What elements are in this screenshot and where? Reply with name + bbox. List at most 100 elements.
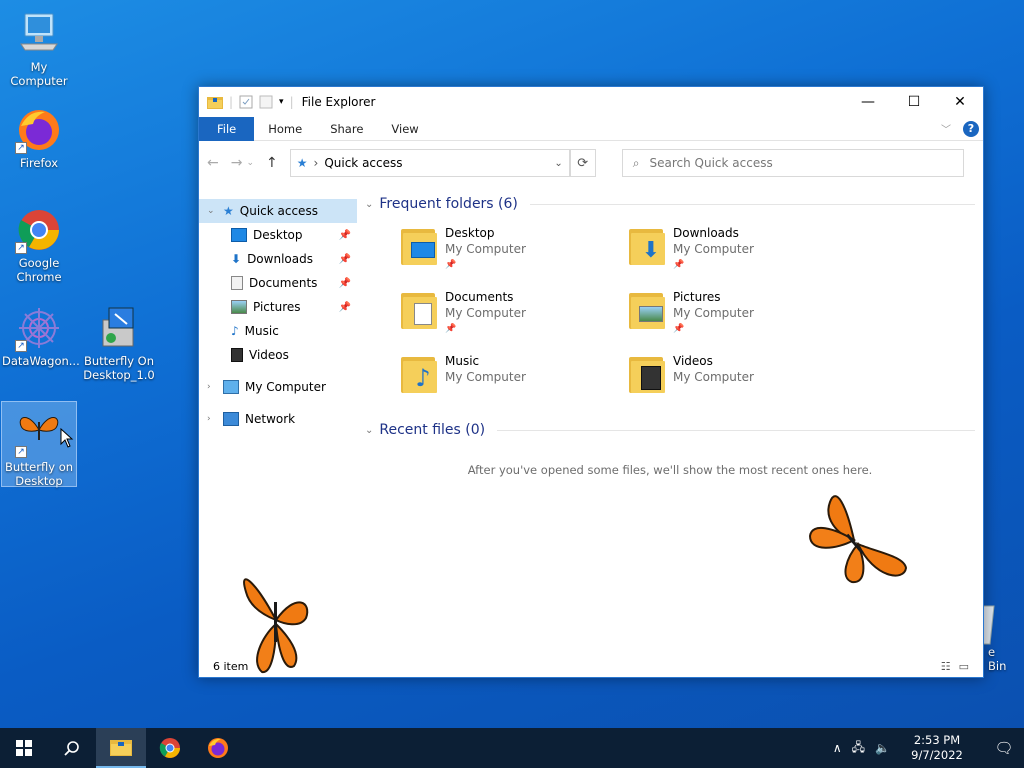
frequent-folders-grid: Desktop My Computer 📌 ⬇ Downloads My Comput… — [365, 215, 975, 403]
desktop-icon-label: Google Chrome — [16, 256, 62, 284]
refresh-button[interactable]: ⟳ — [569, 149, 596, 177]
desktop-folder-icon — [231, 228, 247, 242]
folder-location: My Computer — [445, 306, 526, 320]
desktop-icon-label: Firefox — [19, 156, 59, 170]
folder-tile-documents[interactable]: Documents My Computer 📌 — [399, 289, 627, 339]
pin-icon[interactable]: 📌 — [339, 254, 351, 265]
notification-center-icon[interactable]: 🗨 — [984, 739, 1024, 757]
desktop-icon-datawagon[interactable]: ↗ DataWagon... — [2, 304, 80, 368]
nav-label: Network — [245, 412, 296, 426]
folder-location: My Computer — [673, 242, 754, 256]
minimize-button[interactable]: — — [845, 87, 891, 117]
nav-item-my-computer[interactable]: › My Computer — [199, 375, 357, 399]
nav-item-music[interactable]: ♪ Music — [199, 319, 357, 343]
pin-icon[interactable]: 📌 — [339, 278, 351, 289]
network-status-icon[interactable]: 🖧 — [852, 738, 865, 759]
recent-files-header[interactable]: ⌄ Recent files (0) — [365, 419, 975, 441]
mouse-cursor-icon — [60, 428, 74, 448]
pin-icon: 📌 — [673, 324, 685, 334]
expand-chevron-icon[interactable]: › — [207, 382, 217, 392]
recent-locations-icon[interactable]: ⌄ — [246, 158, 254, 168]
collapse-chevron-icon[interactable]: ⌄ — [207, 206, 217, 216]
pin-icon: 📌 — [673, 260, 685, 270]
nav-item-documents[interactable]: Documents 📌 — [199, 271, 357, 295]
tab-home[interactable]: Home — [254, 117, 316, 141]
taskbar-file-explorer[interactable] — [96, 728, 146, 768]
folder-name: Videos — [673, 354, 713, 368]
search-box[interactable]: ⌕ Search Quick access — [621, 149, 964, 177]
clock-time: 2:53 PM — [913, 733, 961, 747]
details-view-icon[interactable]: ☷ — [941, 660, 951, 673]
search-button[interactable] — [48, 728, 96, 768]
customize-toolbar-icon[interactable]: ▾ — [279, 97, 284, 107]
address-bar[interactable]: ★ › Quick access ⌄ — [289, 149, 570, 177]
address-dropdown-icon[interactable]: ⌄ — [554, 158, 562, 169]
folder-tile-pictures[interactable]: Pictures My Computer 📌 — [627, 289, 855, 339]
folder-tile-downloads[interactable]: ⬇ Downloads My Computer 📌 — [627, 225, 855, 275]
picture-icon — [231, 300, 247, 314]
group-title: Frequent folders (6) — [379, 196, 518, 212]
nav-item-quick-access[interactable]: ⌄ ★ Quick access — [199, 199, 357, 223]
expand-ribbon-icon[interactable]: ﹀ — [941, 121, 951, 136]
folder-app-icon — [207, 97, 223, 109]
title-bar[interactable]: | ▾ | File Explorer — ☐ ✕ — [199, 87, 983, 117]
navigation-bar: ← → ⌄ ↑ ★ › Quick access ⌄ ⟳ ⌕ Search Qu… — [199, 141, 983, 185]
folder-icon — [110, 740, 132, 756]
desktop-icon-chrome[interactable]: ↗ Google Chrome — [2, 206, 76, 284]
folder-name: Documents — [445, 290, 514, 304]
folder-tile-desktop[interactable]: Desktop My Computer 📌 — [399, 225, 627, 275]
collapse-chevron-icon[interactable]: ⌄ — [365, 425, 373, 436]
folder-tile-videos[interactable]: Videos My Computer — [627, 353, 855, 403]
show-hidden-icons-icon[interactable]: ∧ — [833, 741, 842, 755]
nav-label: Pictures — [253, 300, 301, 314]
nav-item-network[interactable]: › Network — [199, 407, 357, 431]
help-icon[interactable]: ? — [963, 120, 979, 137]
toolbar-separator: | — [229, 95, 234, 109]
clock-date: 9/7/2022 — [911, 748, 963, 762]
close-button[interactable]: ✕ — [937, 87, 983, 117]
star-icon: ★ — [296, 156, 308, 170]
taskbar-chrome[interactable] — [146, 728, 194, 768]
folder-tile-music[interactable]: ♪ Music My Computer — [399, 353, 627, 403]
nav-item-videos[interactable]: Videos — [199, 343, 357, 367]
pin-icon: 📌 — [445, 260, 457, 270]
nav-label: My Computer — [245, 380, 326, 394]
taskbar: ∧ 🖧 🔈 2:53 PM 9/7/2022 🗨 — [0, 728, 1024, 768]
start-button[interactable] — [0, 728, 48, 768]
tab-share[interactable]: Share — [316, 117, 377, 141]
desktop-icon-my-computer[interactable]: My Computer — [2, 10, 76, 88]
star-icon: ★ — [223, 204, 234, 218]
butterfly-image — [808, 495, 908, 584]
pin-icon[interactable]: 📌 — [339, 302, 351, 313]
maximize-button[interactable]: ☐ — [891, 87, 937, 117]
frequent-folders-header[interactable]: ⌄ Frequent folders (6) — [365, 193, 975, 215]
new-folder-icon[interactable] — [259, 95, 273, 109]
status-bar: 6 item ☷ ▭ — [199, 655, 983, 677]
quick-access-toolbar: | ▾ | — [207, 95, 294, 109]
firefox-icon — [208, 738, 228, 758]
large-icons-view-icon[interactable]: ▭ — [959, 660, 969, 673]
folder-name: Music — [445, 354, 480, 368]
nav-item-downloads[interactable]: ⬇ Downloads 📌 — [199, 247, 357, 271]
desktop-icon-butterfly-installer[interactable]: Butterfly On Desktop_1.0 — [82, 304, 156, 382]
tab-view[interactable]: View — [377, 117, 432, 141]
pin-icon[interactable]: 📌 — [339, 230, 351, 241]
desktop-icon-label: DataWagon... — [2, 354, 80, 368]
address-text: Quick access — [324, 156, 403, 170]
expand-chevron-icon[interactable]: › — [207, 414, 217, 424]
nav-item-desktop[interactable]: Desktop 📌 — [199, 223, 357, 247]
butterfly-image — [243, 578, 309, 673]
properties-icon[interactable] — [239, 95, 253, 109]
collapse-chevron-icon[interactable]: ⌄ — [365, 199, 373, 210]
taskbar-firefox[interactable] — [194, 728, 242, 768]
up-arrow-icon[interactable]: ↑ — [266, 155, 278, 171]
nav-label: Quick access — [239, 204, 318, 218]
tab-file[interactable]: File — [199, 116, 255, 141]
clock[interactable]: 2:53 PM 9/7/2022 — [900, 733, 974, 763]
volume-icon[interactable]: 🔈 — [875, 741, 890, 755]
nav-item-pictures[interactable]: Pictures 📌 — [199, 295, 357, 319]
forward-arrow-icon[interactable]: → — [231, 155, 243, 171]
desktop-icon-firefox[interactable]: ↗ Firefox — [2, 106, 76, 170]
back-arrow-icon[interactable]: ← — [207, 155, 219, 171]
film-icon — [231, 348, 243, 362]
